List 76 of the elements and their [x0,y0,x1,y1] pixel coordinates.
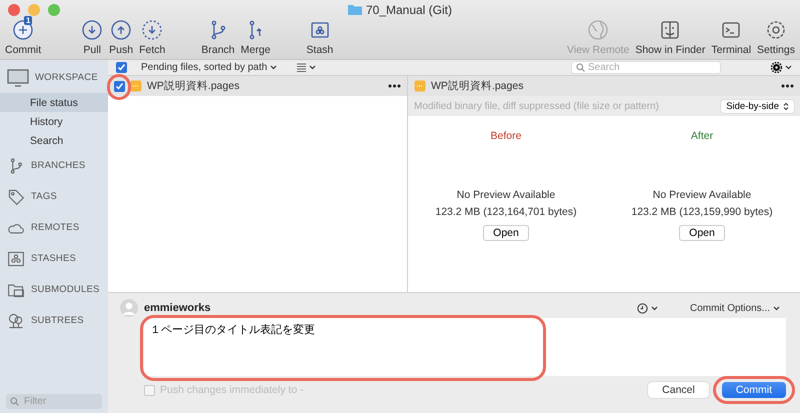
checkbox[interactable] [114,80,125,92]
stash-icon [7,250,25,268]
toolbar-button[interactable]: Pull [78,19,106,56]
more-icon[interactable] [388,84,401,88]
list-icon [297,63,306,72]
open-button[interactable]: Open [483,225,529,241]
gear-icon [771,62,782,73]
sidebar-item[interactable]: History [0,112,108,131]
search-field[interactable]: Search [571,61,721,74]
window-title: 70_Manual (Git) [366,2,452,16]
commit-message-field[interactable]: １ページ目のタイトル表記を変更 [144,318,786,376]
view-menu-button[interactable] [297,63,316,72]
document-icon [130,80,142,92]
search-icon [576,63,585,72]
toolbar-button[interactable]: Fetch [136,19,168,56]
toolbar-button[interactable]: Branch [198,19,238,56]
checkbox[interactable] [144,384,155,396]
trees-icon [7,312,25,330]
toolbar-button[interactable]: Push [106,19,136,56]
toolbar-button[interactable]: Terminal [708,19,754,56]
open-button[interactable]: Open [679,225,725,241]
caret-icon [270,65,278,70]
toolbar-button[interactable]: Stash [303,19,336,56]
close-button[interactable] [8,4,20,16]
toolbar-button[interactable]: Commit 1 [2,19,44,56]
toolbar-button[interactable]: Merge [238,19,274,56]
stepper-icon [783,102,789,110]
file-size: 123.2 MB (123,159,990 bytes) [631,205,773,220]
author-name: emmieworks [144,302,211,314]
sidebar-section[interactable]: TAGS [31,191,57,202]
more-icon[interactable] [781,84,794,88]
caret-icon [650,306,658,310]
sidebar-item[interactable]: Search [0,131,108,150]
sidebar-section[interactable]: WORKSPACE [35,72,98,83]
count-badge: 1 [24,16,32,25]
pane-heading: After [690,130,714,142]
download-icon [81,19,104,41]
tag-icon [7,188,25,206]
diff-message: Modified binary file, diff suppressed (file size or pattern) [414,100,659,112]
caret-icon [773,306,780,310]
avatar [120,299,138,317]
caret-icon [309,65,316,70]
checkbox[interactable] [116,62,127,73]
sidebar-section[interactable]: BRANCHES [31,160,86,171]
monitor-icon [7,66,29,88]
settings-menu-button[interactable] [771,62,792,73]
filter-field[interactable]: Filter [6,394,102,409]
clock-icon [636,302,648,314]
filter-input[interactable]: Filter [22,395,92,408]
cancel-button[interactable]: Cancel [648,382,709,398]
toolbar-button[interactable]: Show in Finder [632,19,708,56]
commit-options-dropdown[interactable]: Commit Options... [684,302,786,314]
commit-button[interactable]: Commit [722,382,786,398]
file-name: WP説明資料.pages [147,79,240,93]
preview-status: No Preview Available [456,188,556,203]
sort-dropdown[interactable]: Pending files, sorted by path [141,62,278,73]
caret-icon [785,65,792,70]
document-icon [414,80,426,92]
finder-icon [659,19,682,41]
file-size: 123.2 MB (123,164,701 bytes) [435,205,577,220]
preview-status: No Preview Available [652,188,752,203]
sidebar-item[interactable]: File status [0,93,108,112]
sidebar-section[interactable]: REMOTES [31,222,80,233]
pane-heading: Before [490,130,522,142]
file-name: WP説明資料.pages [431,79,524,93]
sidebar-section[interactable]: SUBMODULES [31,284,100,295]
toolbar-button[interactable]: Settings [754,19,798,56]
fetch-icon [141,19,164,41]
view-mode-select[interactable]: Side-by-side [721,100,794,112]
sidebar-section[interactable]: STASHES [31,253,76,264]
sidebar-section[interactable]: SUBTREES [31,315,84,326]
search-icon [10,397,19,406]
folder-icon [348,4,362,15]
globe-icon [587,19,610,41]
settings-icon [765,19,788,41]
upload-icon [110,19,132,41]
